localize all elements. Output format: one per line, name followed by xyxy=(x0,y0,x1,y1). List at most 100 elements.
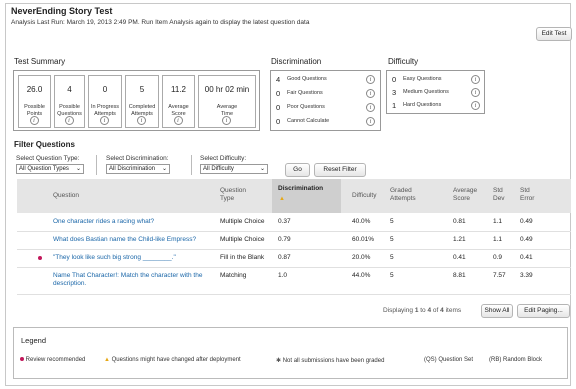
question-link[interactable]: What does Bastian name the Child-like Em… xyxy=(53,236,196,244)
discrimination-row-good: 4 Good Questions i xyxy=(274,75,383,86)
col-graded-attempts[interactable]: Graded Attempts xyxy=(390,187,420,203)
cell-graded: 5 xyxy=(390,236,394,243)
legend-not-graded-label: Not all submissions have been graded xyxy=(282,358,385,364)
cell-type: Fill in the Blank xyxy=(220,254,265,261)
label: Medium Questions xyxy=(403,89,449,95)
row-divider xyxy=(17,294,571,295)
summary-cell-completed: 5 Completed Attempts i xyxy=(125,75,159,128)
discrimination-panel: 4 Good Questions i 0 Fair Questions i 0 … xyxy=(270,70,381,131)
pagination-from: 1 xyxy=(414,307,419,314)
info-icon[interactable]: i xyxy=(471,75,480,84)
test-summary-heading: Test Summary xyxy=(14,57,66,66)
pagination-total: 4 xyxy=(440,307,444,314)
sort-ascending-icon: ▲ xyxy=(279,196,285,202)
cell-graded: 5 xyxy=(390,254,394,261)
cell-graded: 5 xyxy=(390,272,394,279)
analysis-status: Analysis Last Run: March 19, 2013 2:49 P… xyxy=(11,19,310,26)
edit-paging-button[interactable]: Edit Paging... xyxy=(517,304,570,318)
divider xyxy=(96,155,97,175)
legend-panel: Legend Review recommended ▲ Questions mi… xyxy=(13,327,568,379)
legend-question-set: (QS) Question Set xyxy=(424,357,474,363)
warning-icon: ▲ xyxy=(104,357,110,363)
cell-graded: 5 xyxy=(390,218,394,225)
col-std-dev[interactable]: Std Dev xyxy=(493,187,513,203)
question-type-label: Select Question Type: xyxy=(16,155,80,162)
legend-changed: ▲ Questions might have changed after dep… xyxy=(104,357,241,363)
difficulty-heading: Difficulty xyxy=(388,57,419,66)
label: Fair Questions xyxy=(287,90,323,96)
cell-std-dev: 1.1 xyxy=(493,236,503,243)
legend-random-block: (RB) Random Block xyxy=(489,357,543,363)
info-icon[interactable]: i xyxy=(100,116,109,125)
summary-value: 0 xyxy=(102,85,108,94)
info-icon[interactable]: i xyxy=(366,89,375,98)
row-divider xyxy=(17,249,571,250)
question-link[interactable]: "They look like such big strong ________… xyxy=(53,254,176,262)
count: 0 xyxy=(276,117,281,126)
cell-difficulty: 40.0% xyxy=(352,218,371,225)
col-question-type[interactable]: Question Type xyxy=(220,187,260,203)
question-type-select[interactable]: All Question Types ⌄ xyxy=(16,164,84,174)
discrimination-heading: Discrimination xyxy=(271,57,322,66)
discrimination-row-fair: 0 Fair Questions i xyxy=(274,89,383,100)
legend-not-graded: ✱ Not all submissions have been graded xyxy=(276,357,384,364)
cell-average: 1.21 xyxy=(453,236,466,243)
difficulty-filter-label: Select Difficulty: xyxy=(200,155,247,162)
count: 4 xyxy=(276,75,281,84)
questions-table: Question Question Type Discrimination ▲ … xyxy=(17,179,571,297)
pagination-status: Displaying 1 to 4 of 4 items xyxy=(383,307,461,314)
show-all-button[interactable]: Show All xyxy=(481,304,513,318)
info-icon[interactable]: i xyxy=(366,103,375,112)
info-icon[interactable]: i xyxy=(137,116,146,125)
legend-review: Review recommended xyxy=(20,357,85,363)
legend-changed-label: Questions might have changed after deplo… xyxy=(111,357,241,363)
info-icon[interactable]: i xyxy=(471,88,480,97)
cell-difficulty: 20.0% xyxy=(352,254,371,261)
info-icon[interactable]: i xyxy=(173,116,183,125)
count: 0 xyxy=(392,75,397,84)
col-discrimination[interactable]: Discrimination xyxy=(278,185,323,193)
cell-average: 0.41 xyxy=(453,254,466,261)
discrimination-select[interactable]: All Discrimination ⌄ xyxy=(106,164,170,174)
col-std-error[interactable]: Std Error xyxy=(520,187,544,203)
discrimination-row-cannot: 0 Cannot Calculate i xyxy=(274,117,383,128)
info-icon[interactable]: i xyxy=(222,116,231,125)
info-icon[interactable]: i xyxy=(64,116,74,125)
info-icon[interactable]: i xyxy=(29,116,39,125)
summary-cell-points: 26.0 Possible Points i xyxy=(18,75,51,128)
reset-filter-button[interactable]: Reset Filter xyxy=(314,163,366,177)
select-value: All Question Types xyxy=(19,166,69,172)
test-summary-panel: 26.0 Possible Points i 4 Possible Questi… xyxy=(13,70,260,131)
cell-difficulty: 60.01% xyxy=(352,236,375,243)
count: 3 xyxy=(392,88,397,97)
summary-value: 4 xyxy=(67,85,72,94)
cell-std-error: 0.49 xyxy=(520,236,533,243)
edit-test-button[interactable]: Edit Test xyxy=(536,27,572,41)
question-link[interactable]: One character rides a racing what? xyxy=(53,218,154,226)
label: Hard Questions xyxy=(403,102,442,108)
col-question[interactable]: Question xyxy=(53,192,79,200)
difficulty-select[interactable]: All Difficulty ⌄ xyxy=(200,164,268,174)
info-icon[interactable]: i xyxy=(366,75,375,84)
summary-value: 5 xyxy=(139,85,145,94)
cell-average: 0.81 xyxy=(453,218,466,225)
pagination-to: 4 xyxy=(427,307,432,314)
row-divider xyxy=(17,231,571,232)
question-link[interactable]: Name That Character!: Match the characte… xyxy=(53,272,218,288)
info-icon[interactable]: i xyxy=(366,117,375,126)
info-icon[interactable]: i xyxy=(471,101,480,110)
summary-value: 00 hr 02 min xyxy=(204,85,250,94)
legend-heading: Legend xyxy=(21,336,47,345)
difficulty-panel: 0 Easy Questions i 3 Medium Questions i … xyxy=(386,70,485,114)
discrimination-row-poor: 0 Poor Questions i xyxy=(274,103,383,114)
label: Poor Questions xyxy=(287,104,325,110)
col-average-score[interactable]: Average Score xyxy=(453,187,483,203)
page-title: NeverEnding Story Test xyxy=(11,6,113,16)
filter-heading: Filter Questions xyxy=(14,140,75,149)
select-value: All Difficulty xyxy=(203,166,234,172)
go-button[interactable]: Go xyxy=(285,163,310,177)
difficulty-row-hard: 1 Hard Questions i xyxy=(390,101,487,112)
count: 0 xyxy=(276,89,281,98)
cell-std-error: 0.49 xyxy=(520,218,533,225)
col-difficulty[interactable]: Difficulty xyxy=(352,192,376,200)
